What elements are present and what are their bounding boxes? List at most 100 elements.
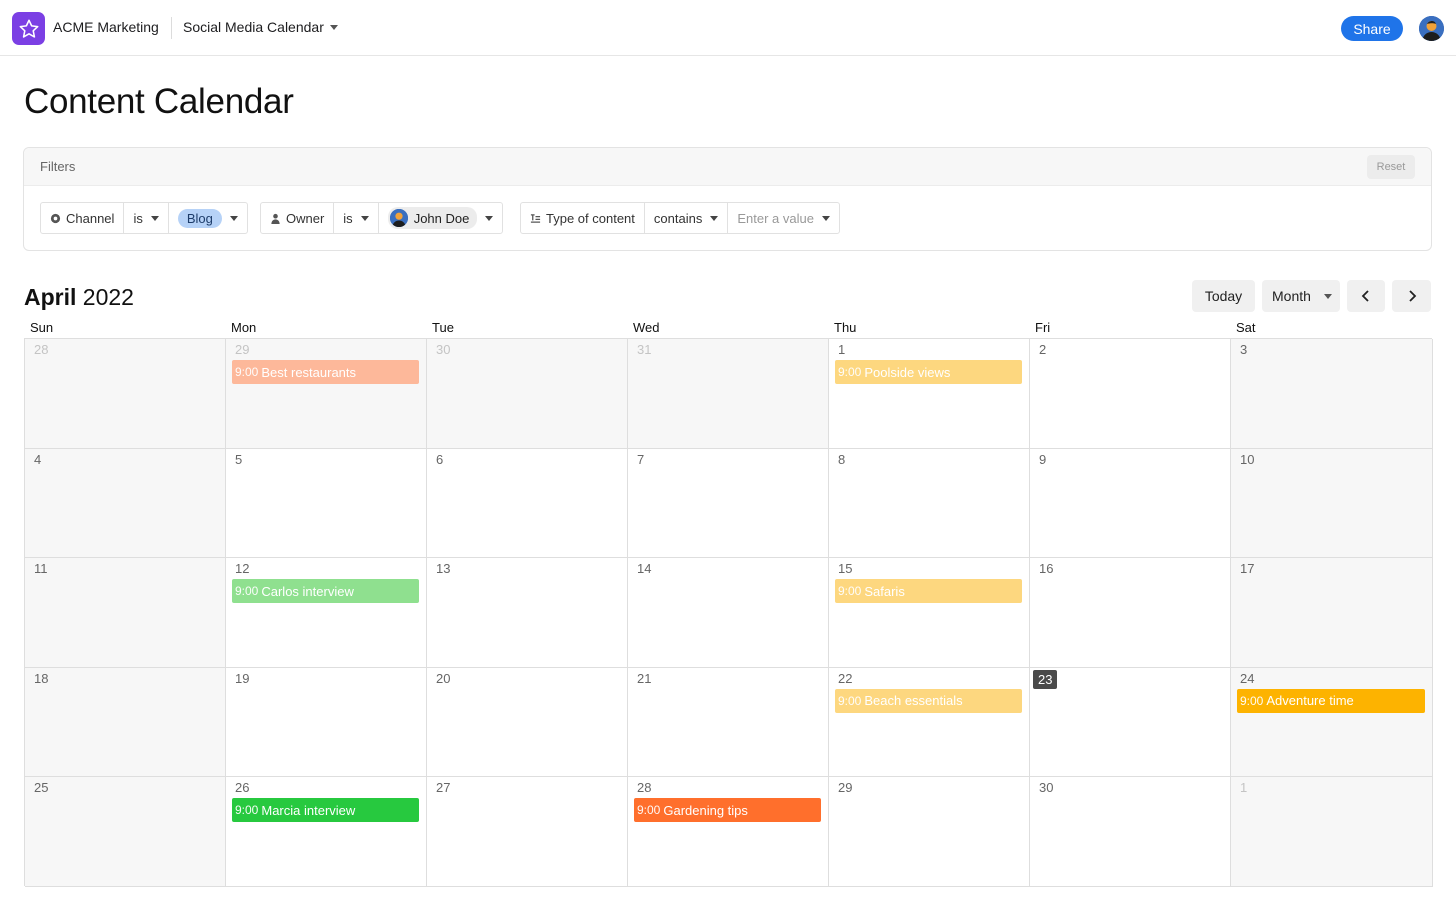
filter-operator[interactable]: contains: [645, 203, 729, 233]
filter-field-owner[interactable]: Owner: [261, 203, 335, 233]
year: 2022: [82, 284, 134, 310]
day-cell[interactable]: 16: [1030, 558, 1231, 668]
value-placeholder: Enter a value: [737, 210, 814, 226]
filter-operator-label: contains: [653, 210, 703, 226]
day-cell[interactable]: 1: [1231, 777, 1433, 887]
day-cell[interactable]: 30: [427, 339, 628, 449]
day-cell[interactable]: 19: [226, 667, 427, 777]
day-cell[interactable]: 12 9:00 Carlos interview: [226, 558, 427, 668]
event-title: Gardening tips: [663, 802, 748, 818]
day-cell[interactable]: 10: [1231, 448, 1433, 558]
day-cell[interactable]: 11: [25, 558, 226, 668]
day-cell[interactable]: 5: [226, 448, 427, 558]
day-cell[interactable]: 22 9:00 Beach essentials: [829, 667, 1030, 777]
filter-operator[interactable]: is: [334, 203, 379, 233]
view-select[interactable]: Month: [1262, 280, 1340, 312]
next-month-button[interactable]: [1392, 280, 1431, 312]
filter-field-type[interactable]: Type of content: [521, 203, 645, 233]
day-cell[interactable]: 29 9:00 Best restaurants: [226, 339, 427, 449]
day-cell[interactable]: 1 9:00 Poolside views: [829, 339, 1030, 449]
filter-value-input[interactable]: Enter a value: [728, 203, 839, 233]
calendar-event[interactable]: 9:00 Marcia interview: [232, 798, 419, 822]
channel-icon: [50, 213, 61, 223]
day-number: 5: [235, 451, 243, 467]
day-cell[interactable]: 3: [1231, 339, 1433, 449]
reset-button[interactable]: Reset: [1367, 155, 1415, 179]
org-name[interactable]: ACME Marketing: [53, 19, 159, 35]
day-cell[interactable]: 6: [427, 448, 628, 558]
calendar-event[interactable]: 9:00 Beach essentials: [835, 688, 1022, 713]
day-cell[interactable]: 13: [427, 558, 628, 668]
avatar-icon: [389, 209, 408, 227]
day-number: 29: [235, 342, 250, 357]
calendar-event[interactable]: 9:00 Adventure time: [1237, 688, 1425, 713]
filter-operator[interactable]: is: [124, 203, 169, 233]
text-type-icon: [530, 213, 541, 223]
day-number: 8: [838, 451, 846, 467]
day-cell[interactable]: 31: [628, 339, 829, 449]
chevron-down-icon: [1323, 293, 1332, 299]
day-cell[interactable]: 8: [829, 448, 1030, 558]
event-time: 9:00: [235, 365, 259, 379]
user-avatar[interactable]: [1419, 16, 1444, 41]
day-number: 14: [637, 561, 652, 576]
chevron-right-icon: [1408, 290, 1416, 302]
day-cell[interactable]: 15 9:00 Safaris: [829, 558, 1030, 668]
calendar-event[interactable]: 9:00 Carlos interview: [232, 579, 419, 603]
day-number: 17: [1240, 561, 1255, 576]
chevron-down-icon: [229, 215, 238, 221]
day-cell[interactable]: 4: [25, 448, 226, 558]
prev-month-button[interactable]: [1347, 280, 1385, 312]
person-icon: [271, 213, 280, 224]
day-cell[interactable]: 28 9:00 Gardening tips: [628, 777, 829, 887]
day-cell[interactable]: 2: [1030, 339, 1231, 449]
day-number: 18: [34, 670, 49, 686]
filter-value[interactable]: John Doe: [379, 203, 503, 233]
calendar-event[interactable]: 9:00 Best restaurants: [232, 360, 419, 384]
day-cell[interactable]: 20: [427, 667, 628, 777]
day-number: 29: [838, 780, 853, 795]
calendar-event[interactable]: 9:00 Gardening tips: [634, 798, 821, 822]
day-cell[interactable]: 28: [25, 339, 226, 449]
day-cell[interactable]: 23: [1030, 667, 1231, 777]
today-day-number: 23: [1033, 669, 1058, 689]
day-cell[interactable]: 7: [628, 448, 829, 558]
day-cell[interactable]: 26 9:00 Marcia interview: [226, 777, 427, 887]
filters-panel: Filters Reset Channel is Blog Owner is J…: [23, 147, 1432, 251]
calendar-event[interactable]: 9:00 Poolside views: [835, 360, 1022, 384]
day-cell[interactable]: 9: [1030, 448, 1231, 558]
day-cell[interactable]: 18: [25, 667, 226, 777]
day-cell[interactable]: 14: [628, 558, 829, 668]
app-logo[interactable]: [12, 12, 45, 45]
filter-operator-label: is: [343, 210, 353, 226]
chevron-down-icon: [485, 215, 494, 221]
day-cell[interactable]: 29: [829, 777, 1030, 887]
filter-field-label: Channel: [66, 210, 115, 226]
event-time: 9:00: [235, 803, 259, 817]
filters-label: Filters: [40, 159, 76, 174]
day-cell[interactable]: 25: [25, 777, 226, 887]
today-button[interactable]: Today: [1192, 280, 1255, 312]
chevron-down-icon: [329, 24, 338, 30]
calendar-event[interactable]: 9:00 Safaris: [835, 579, 1022, 603]
day-number: 19: [235, 670, 250, 686]
avatar-icon: [1419, 16, 1444, 41]
day-number: 11: [34, 561, 48, 576]
day-cell[interactable]: 17: [1231, 558, 1433, 668]
day-cell[interactable]: 21: [628, 667, 829, 777]
filter-field-channel[interactable]: Channel: [41, 203, 125, 233]
day-cell[interactable]: 24 9:00 Adventure time: [1231, 667, 1433, 777]
share-button[interactable]: Share: [1341, 16, 1403, 41]
day-cell[interactable]: 30: [1030, 777, 1231, 887]
calendar-switcher[interactable]: Social Media Calendar: [183, 19, 338, 35]
event-title: Safaris: [864, 583, 905, 599]
day-number: 31: [637, 342, 652, 357]
filter-owner: Owner is John Doe: [260, 202, 504, 234]
weekday-label: Thu: [834, 320, 857, 335]
filter-operator-label: is: [133, 210, 143, 226]
chevron-down-icon: [360, 215, 369, 221]
event-title: Marcia interview: [261, 802, 356, 818]
day-number: 3: [1240, 342, 1248, 357]
day-cell[interactable]: 27: [427, 777, 628, 887]
filter-value[interactable]: Blog: [169, 203, 247, 233]
